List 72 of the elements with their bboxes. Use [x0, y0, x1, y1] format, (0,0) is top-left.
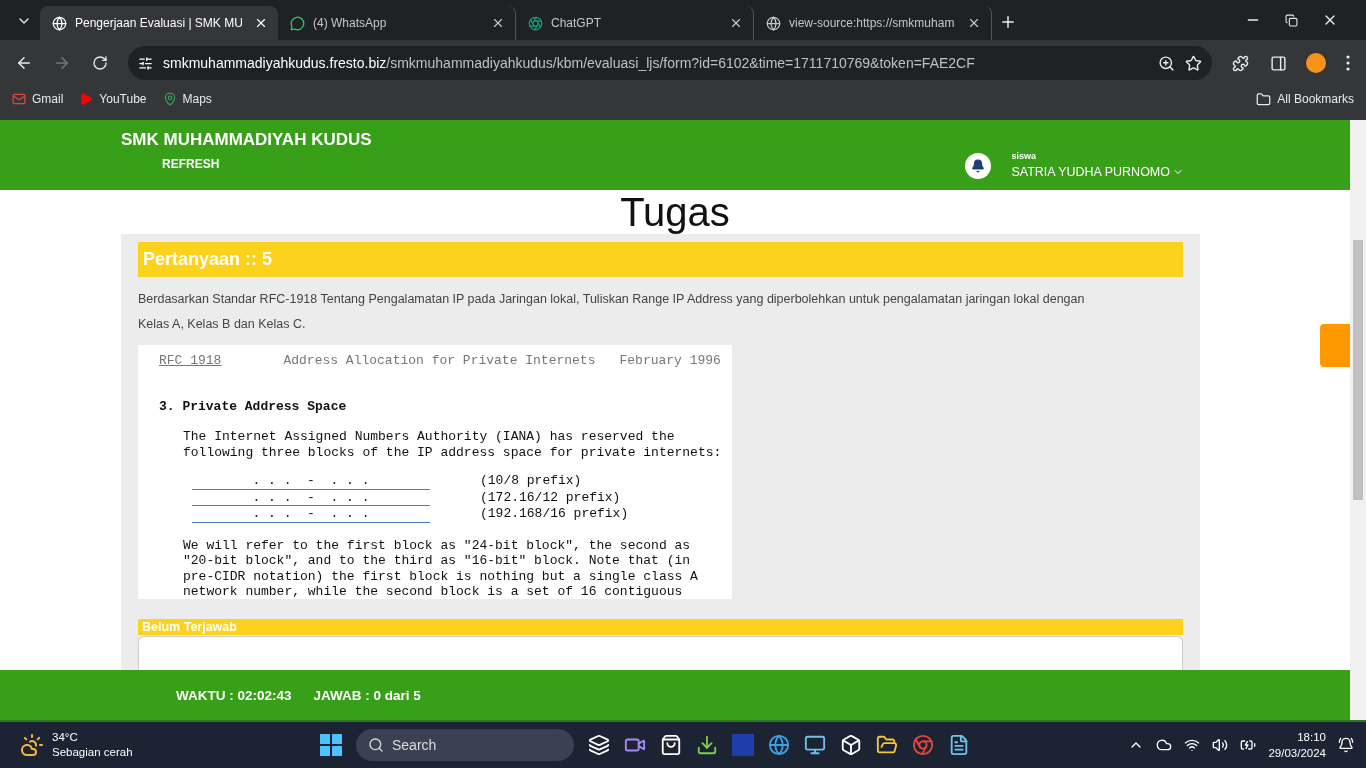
page-title: Tugas: [620, 190, 730, 234]
section-heading: 3. Private Address Space: [159, 398, 348, 414]
knot-logo-icon: [528, 15, 543, 31]
cube-icon[interactable]: [840, 734, 862, 756]
fill-in-line[interactable]: . . . - . . .: [192, 506, 430, 523]
folder-icon[interactable]: [876, 734, 898, 756]
site-settings-icon[interactable]: [138, 55, 153, 71]
reload-icon: [92, 55, 108, 71]
star-icon[interactable]: [1185, 54, 1202, 72]
plus-icon: [999, 13, 1017, 31]
search-icon: [368, 737, 384, 753]
globe-icon[interactable]: [768, 734, 790, 756]
all-bookmarks-link[interactable]: All Bookmarks: [1256, 91, 1354, 107]
clock-time[interactable]: 18:10: [1268, 729, 1326, 745]
doc-paragraph: We will refer to the first block as "24-bit block", the second as "20-bit block", and to the third as "16-bit" block. Note that (in pre-CIDR notation) the first block is nothing but a single class A network number, while the second block is a set of 16 contiguous: [182, 537, 699, 599]
bookmark-link[interactable]: Gmail: [12, 92, 64, 106]
side-panel-icon: [1269, 54, 1287, 72]
doc-paragraph: The Internet Assigned Numbers Authority (IANA) has reserved the following three blocks of the IP address space for private internets:: [182, 429, 723, 460]
restore-icon[interactable]: [1285, 13, 1298, 27]
notification-icon[interactable]: [1338, 737, 1354, 753]
bookmark-link[interactable]: Maps: [162, 92, 212, 106]
menu-dots-icon: [1346, 55, 1350, 71]
answer-count: JAWAB : 0 dari 5: [313, 687, 421, 703]
download-icon[interactable]: [696, 734, 718, 756]
mail-icon: [12, 92, 26, 106]
notification-bell-icon[interactable]: [965, 153, 992, 179]
close-icon[interactable]: [491, 16, 505, 30]
bell-icon: [971, 159, 986, 173]
cloud-sun-icon[interactable]: [20, 733, 44, 757]
windows-start-icon[interactable]: [320, 734, 342, 756]
bookmark-link[interactable]: YouTube: [79, 92, 147, 106]
browser-icon[interactable]: [912, 734, 934, 756]
prefix-label: (172.16/12 prefix): [480, 489, 621, 506]
speaker-icon[interactable]: [1212, 737, 1229, 753]
fill-in-line[interactable]: . . . - . . .: [192, 473, 430, 490]
monitor-icon[interactable]: [804, 734, 826, 756]
chat-bubble-icon: [290, 15, 305, 31]
browser-tab[interactable]: Pengerjaan Evaluasi | SMK MU: [40, 6, 278, 40]
store-bag-icon[interactable]: [660, 734, 682, 756]
doc-reference: RFC 1918: [159, 353, 222, 369]
school-name: SMK MUHAMMADIYAH KUDUS: [121, 130, 372, 150]
close-icon[interactable]: [967, 16, 981, 30]
question-text: Berdasarkan Standar RFC-1918 Tentang Pengalamatan IP pada Jaringan lokal, Tuliskan Range IP Address yang diperbolehkan untuk pengalamatan jaringan lokal dengan Kelas A, Kelas B dan Kelas C.: [138, 291, 1086, 333]
question-heading: Pertanyaan :: 5: [138, 242, 1183, 277]
battery-icon[interactable]: [1240, 737, 1257, 753]
task-view-icon[interactable]: [588, 734, 610, 756]
timer-text: WAKTU : 02:02:43: [176, 687, 292, 703]
zoom-icon[interactable]: [1158, 54, 1175, 72]
weather-temperature: 34°C: [52, 730, 79, 745]
user-role: siswa: [1011, 151, 1037, 161]
weather-description: Sebagian cerah: [52, 745, 133, 760]
puzzle-icon: [1231, 54, 1249, 72]
cloud-icon[interactable]: [1156, 737, 1173, 753]
clock-date[interactable]: 29/03/2024: [1268, 745, 1326, 761]
globe-icon: [766, 15, 781, 31]
forward-arrow-icon: [53, 54, 71, 72]
play-icon: [79, 92, 94, 106]
taskbar-search[interactable]: Search: [356, 729, 574, 761]
map-pin-icon: [162, 92, 177, 106]
fill-in-line[interactable]: . . . - . . .: [192, 489, 430, 506]
close-icon[interactable]: [729, 16, 743, 30]
doc-date: February 1996: [619, 353, 721, 369]
prefix-label: (10/8 prefix): [480, 473, 582, 490]
folder-icon: [1256, 91, 1272, 107]
wifi-icon[interactable]: [1184, 737, 1201, 753]
globe-icon: [52, 15, 67, 31]
prefix-label: (192.168/16 prefix): [480, 506, 629, 523]
notepad-icon[interactable]: [948, 734, 970, 756]
doc-title: Address Allocation for Private Internets: [283, 353, 596, 369]
address-bar[interactable]: smkmuhammadiyahkudus.fresto.biz/smkmuhammadiyahkudus/kbm/evaluasi_ljs/form?id=6102&time=1711710769&token=FAE2CF: [128, 46, 1212, 80]
answer-status: Belum Terjawab: [138, 619, 1183, 635]
close-icon[interactable]: [254, 16, 268, 30]
